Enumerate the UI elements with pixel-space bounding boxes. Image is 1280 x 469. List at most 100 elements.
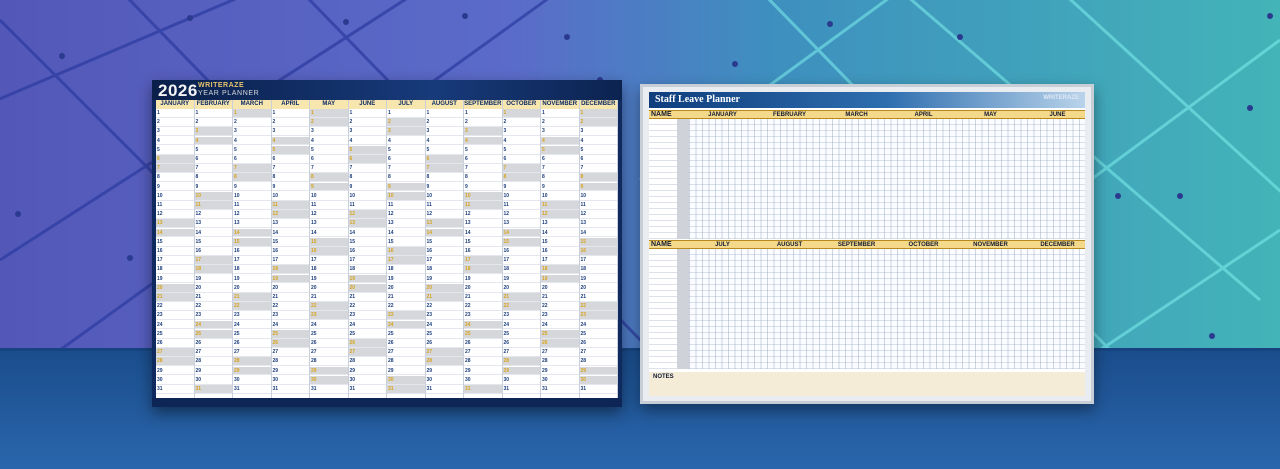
day-number: 23 bbox=[234, 312, 240, 319]
day-number: 25 bbox=[426, 330, 433, 337]
day-number: 27 bbox=[465, 349, 471, 356]
day-number: 24 bbox=[465, 321, 471, 328]
day-number: 15 bbox=[157, 238, 163, 245]
day-row: 18 bbox=[502, 265, 540, 275]
day-row: 18 bbox=[233, 265, 271, 275]
day-number: 7 bbox=[157, 165, 160, 172]
day-number: 14 bbox=[503, 229, 510, 236]
day-row: 4 bbox=[156, 137, 194, 146]
day-row: 26 bbox=[502, 339, 540, 348]
day-row: 31 bbox=[541, 385, 579, 394]
day-number: 6 bbox=[349, 156, 353, 162]
day-number: 8 bbox=[388, 174, 391, 181]
day-number: 10 bbox=[311, 192, 317, 199]
day-row: 30 bbox=[194, 376, 232, 385]
day-row: 4 bbox=[348, 137, 386, 146]
day-number: 25 bbox=[311, 330, 317, 337]
day-number: 31 bbox=[503, 386, 510, 392]
day-number: 10 bbox=[234, 192, 240, 199]
day-row: 17 bbox=[194, 256, 232, 266]
day-row: 11 bbox=[271, 201, 309, 210]
day-number: 31 bbox=[234, 386, 240, 392]
day-number: 16 bbox=[426, 248, 433, 254]
day-row: 28 bbox=[541, 357, 579, 367]
day-row: 14 bbox=[194, 229, 232, 238]
day-number: 16 bbox=[349, 248, 356, 254]
day-number: 21 bbox=[465, 294, 471, 300]
day-row: 20 bbox=[271, 284, 309, 293]
day-row: 16 bbox=[156, 247, 194, 256]
day-number: 20 bbox=[426, 284, 433, 291]
day-row: 28 bbox=[464, 357, 502, 367]
day-number: 10 bbox=[426, 192, 433, 199]
day-number: 24 bbox=[388, 321, 394, 328]
day-number: 14 bbox=[580, 229, 587, 236]
day-number: 27 bbox=[311, 349, 317, 356]
day-row: 3 bbox=[464, 127, 502, 137]
month-column: APRIL 1 2 3 4 5 6 7 8 9 10 11 12 13 14 15 16 17 18 19 20 21 22… bbox=[271, 100, 310, 398]
day-row: 19 bbox=[348, 274, 386, 284]
day-row: 28 bbox=[348, 357, 386, 367]
day-number: 26 bbox=[157, 340, 163, 346]
day-number: 13 bbox=[465, 220, 471, 227]
day-row: 18 bbox=[348, 265, 386, 275]
month-column: DECEMBER 1 2 3 4 5 6 7 8 9 10 11 12 13 14 15 16 17 18 19 20 2… bbox=[579, 100, 618, 398]
day-row: 24 bbox=[194, 320, 232, 330]
day-row: 6 bbox=[271, 155, 309, 164]
day-number: 18 bbox=[349, 266, 356, 273]
day-row: 24 bbox=[387, 320, 425, 330]
day-number: 5 bbox=[388, 146, 391, 153]
day-number: 27 bbox=[426, 349, 433, 356]
day-row: 27 bbox=[387, 348, 425, 358]
day-number: 7 bbox=[580, 165, 584, 172]
day-row: 24 bbox=[348, 321, 386, 330]
day-number: 27 bbox=[388, 349, 394, 356]
month-name: JUNE bbox=[348, 100, 386, 109]
day-row: 9 bbox=[194, 183, 232, 192]
day-row: 20 bbox=[579, 284, 617, 293]
day-row: 10 bbox=[541, 192, 579, 201]
day-row: 19 bbox=[310, 275, 348, 284]
day-number: 17 bbox=[580, 257, 587, 264]
day-number: 7 bbox=[349, 165, 353, 172]
day-number: 23 bbox=[503, 312, 510, 319]
day-number: 12 bbox=[388, 211, 394, 218]
day-number: 18 bbox=[311, 266, 317, 273]
day-number: 16 bbox=[157, 248, 163, 254]
day-row: 10 bbox=[156, 192, 194, 201]
day-row: 20 bbox=[387, 284, 425, 293]
day-row: 26 bbox=[233, 339, 271, 348]
day-row: 3 bbox=[348, 127, 386, 137]
day-number: 15 bbox=[426, 238, 433, 245]
day-row: 2 bbox=[194, 118, 232, 128]
day-row: 13 bbox=[579, 219, 617, 229]
day-number: 19 bbox=[465, 275, 471, 282]
month-column: FEBRUARY 1 2 3 4 5 6 7 8 9 10 11 12 13 14 15 16 17 18 19 20 2… bbox=[194, 100, 233, 398]
day-row: 14 bbox=[425, 228, 463, 238]
day-number: 18 bbox=[157, 266, 163, 273]
day-number: 21 bbox=[542, 294, 548, 300]
day-row: 2 bbox=[502, 118, 540, 128]
day-number: 5 bbox=[234, 146, 237, 153]
day-row: 14 bbox=[271, 229, 309, 238]
day-row: 21 bbox=[156, 293, 194, 302]
month-name: AUGUST bbox=[425, 100, 463, 109]
day-number: 12 bbox=[234, 211, 240, 218]
day-number: 3 bbox=[465, 128, 468, 135]
leave-month-label: JANUARY bbox=[708, 112, 737, 118]
month-column: JUNE 1 2 3 4 5 6 7 8 9 10 11 12 13 14 15 16 17 18 19 20 21 22 2… bbox=[348, 100, 387, 398]
day-row: 10 bbox=[502, 192, 540, 201]
day-number: 15 bbox=[311, 238, 317, 245]
day-number: 29 bbox=[426, 367, 433, 374]
leave-month-label: JULY bbox=[715, 242, 730, 248]
day-number: 27 bbox=[234, 349, 240, 356]
day-row: 9 bbox=[348, 183, 386, 192]
day-row: 31 bbox=[156, 385, 194, 394]
day-row: 6 bbox=[348, 155, 386, 164]
day-row: 14 bbox=[502, 228, 540, 238]
day-number: 9 bbox=[465, 183, 468, 190]
day-row: 9 bbox=[579, 182, 617, 192]
day-row: 9 bbox=[156, 183, 194, 192]
day-number: 21 bbox=[426, 294, 433, 300]
day-row: 13 bbox=[348, 219, 386, 229]
